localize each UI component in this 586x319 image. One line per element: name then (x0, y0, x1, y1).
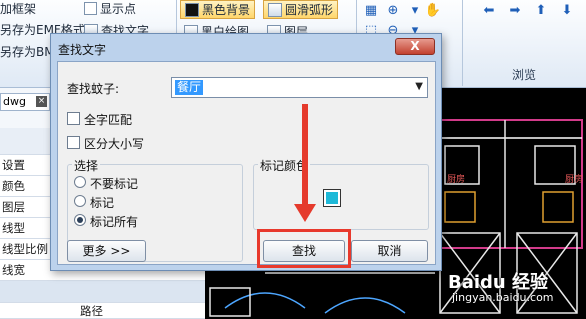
property-section-header (0, 281, 205, 303)
up-arrow-icon[interactable]: ⬆ (532, 2, 550, 18)
ribbon-separator (462, 0, 463, 86)
browse-group-label: 浏览 (512, 68, 537, 82)
cad-room-label: 厨房 (447, 173, 465, 185)
dialog-body: 查找蚊子: 餐厅 ▼ 全字匹配 区分大小写 选择 不要标记 标记 标记所有 标记… (57, 61, 436, 265)
dialog-close-button[interactable]: X (395, 38, 435, 55)
ribbon-add-frame[interactable]: 加框架 (0, 0, 36, 17)
property-label: 路径 (80, 304, 103, 318)
close-icon[interactable]: × (36, 96, 47, 107)
zoom-in-icon[interactable]: ⊕ (384, 2, 402, 18)
dropdown-arrow-icon[interactable]: ▼ (415, 81, 423, 92)
file-tab-label: dwg (3, 95, 26, 108)
property-label: 设置 (2, 158, 25, 172)
mark-color-swatch[interactable] (323, 189, 341, 207)
ribbon-black-bg-label: 黑色背景 (202, 3, 251, 17)
radio-no-mark[interactable] (74, 176, 86, 188)
annotation-highlight-box (257, 229, 351, 268)
property-label: 线宽 (2, 263, 25, 277)
property-row[interactable]: 路径 (0, 303, 205, 319)
back-arrow-icon[interactable]: ⬅ (480, 2, 498, 18)
color-swatch-fill (326, 192, 338, 204)
pan-hand-icon[interactable]: ✋ (424, 2, 442, 18)
ribbon-show-points-label: 显示点 (100, 2, 137, 16)
select-group-label: 选择 (72, 157, 101, 174)
property-label: 线型 (2, 221, 25, 235)
forward-arrow-icon[interactable]: ➡ (506, 2, 524, 18)
find-text-dialog: 查找文字 X 查找蚊子: 餐厅 ▼ 全字匹配 区分大小写 选择 不要标记 标记 … (50, 33, 442, 271)
dropdown-icon[interactable]: ▾ (406, 2, 424, 18)
grid-icon[interactable]: ▦ (362, 2, 380, 18)
radio-mark[interactable] (74, 195, 86, 207)
radio-mark-all[interactable] (74, 214, 86, 226)
property-label: 图层 (2, 200, 25, 214)
cancel-button[interactable]: 取消 (351, 240, 428, 262)
ribbon-black-background[interactable]: 黑色背景 (180, 0, 256, 19)
property-label: 颜色 (2, 179, 25, 193)
ribbon-circle-arc-label: 圆滑弧形 (285, 3, 334, 17)
radio-mark-label: 标记 (90, 196, 115, 210)
match-case-checkbox[interactable] (67, 136, 80, 149)
property-label: 线型比例 (2, 242, 48, 256)
match-whole-label: 全字匹配 (84, 113, 133, 127)
ribbon-show-points[interactable]: 显示点 (84, 0, 136, 17)
match-case-label: 区分大小写 (84, 137, 145, 151)
circle-arc-icon (268, 2, 282, 17)
annotation-arrow (302, 104, 308, 208)
dialog-title: 查找文字 (58, 43, 107, 57)
match-whole-checkbox[interactable] (67, 112, 80, 125)
radio-mark-all-label: 标记所有 (90, 215, 139, 229)
find-text-value: 餐厅 (175, 80, 204, 95)
black-bg-icon (185, 2, 199, 17)
checkbox-icon (84, 2, 97, 15)
down-arrow-icon[interactable]: ⬇ (558, 2, 576, 18)
ribbon-add-frame-label: 加框架 (0, 2, 37, 16)
find-text-combobox[interactable]: 餐厅 ▼ (171, 77, 428, 98)
cad-room-label: 厨房 (565, 173, 583, 185)
find-text-label: 查找蚊子: (67, 82, 120, 96)
ribbon-circle-arc[interactable]: 圆滑弧形 (263, 0, 339, 19)
watermark-url: jingyan.baidu.com (452, 291, 554, 304)
more-button[interactable]: 更多 >> (67, 240, 146, 262)
radio-no-mark-label: 不要标记 (90, 177, 139, 191)
annotation-arrow-head (294, 204, 316, 222)
